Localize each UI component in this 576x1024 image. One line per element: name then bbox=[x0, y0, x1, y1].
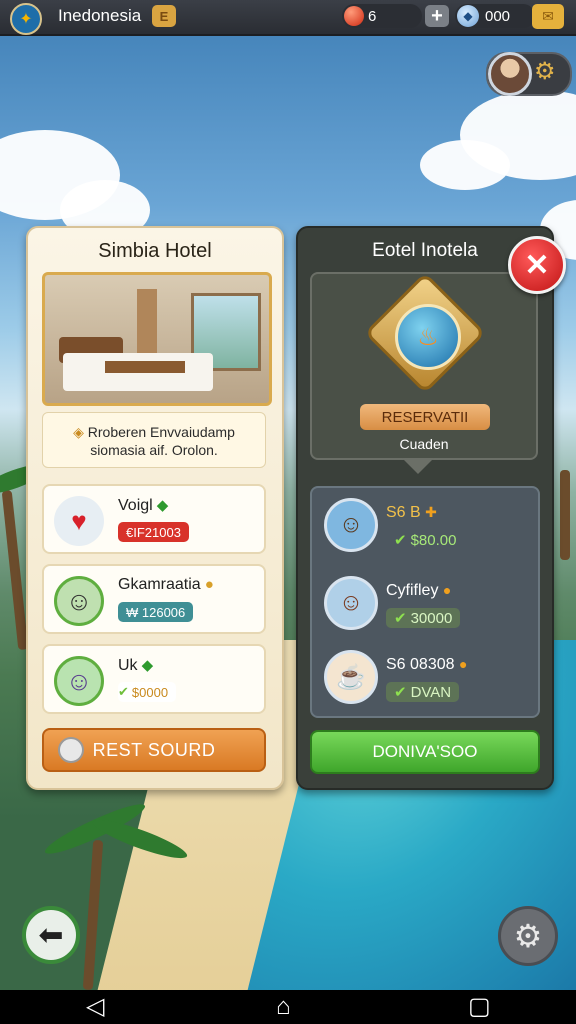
safari-woman-avatar-icon: ☺ bbox=[324, 576, 378, 630]
item-name: Gkamraatia ● bbox=[118, 576, 214, 593]
bed-runner bbox=[105, 361, 185, 373]
red-resource-counter: 6 bbox=[342, 4, 422, 28]
gold-token-icon: ● bbox=[204, 576, 214, 593]
top-bar: ✦ Inedonesia E 6 + ◆ 000 ✉ bbox=[0, 0, 576, 36]
coin-button[interactable]: E bbox=[152, 5, 176, 27]
heart-icon: ♥ bbox=[54, 496, 104, 546]
reservation-sublabel: Cuaden bbox=[399, 436, 449, 452]
green-gem-icon: ◆ bbox=[156, 497, 169, 514]
guest-name: S6 08308 ● bbox=[386, 656, 468, 673]
item-badge: €IF21003 bbox=[118, 522, 189, 542]
item-name: Uk ◆ bbox=[118, 657, 154, 674]
list-item[interactable]: ☺ Gkamraatia ● ₩ 126006 bbox=[42, 564, 266, 634]
region-title: Inedonesia bbox=[58, 6, 142, 25]
ring-icon bbox=[58, 737, 84, 763]
palm-tree bbox=[82, 839, 104, 991]
gear-icon[interactable]: ⚙ bbox=[534, 60, 556, 84]
guest-list: ☺ S6 B ✚ ✔ $80.00 ☺ Cyfifley ● ✔ 30000 ☕ S… bbox=[310, 486, 540, 718]
nav-home-icon[interactable]: ⌂ bbox=[276, 994, 291, 1020]
hotel-detail-panel: Simbia Hotel ◈ Rroberen Envvaiudamp siom… bbox=[26, 226, 284, 790]
reservation-card: ♨ RESERVATII Cuaden bbox=[310, 272, 538, 460]
businessman-avatar-icon: ☺ bbox=[54, 576, 104, 626]
gold-token-icon: ● bbox=[458, 656, 468, 672]
hotel-description: ◈ Rroberen Envvaiudamp siomasia aif. Oro… bbox=[42, 412, 266, 468]
nav-recents-icon[interactable]: ▢ bbox=[468, 994, 491, 1020]
reservation-tag[interactable]: RESERVATII bbox=[360, 404, 490, 430]
gold-token-icon: ✚ bbox=[425, 504, 437, 520]
description-line2: siomasia aif. Orolon. bbox=[90, 442, 218, 458]
mail-icon[interactable]: ✉ bbox=[532, 4, 564, 29]
guest-value: ✔ $80.00 bbox=[394, 531, 457, 550]
guest-name: S6 B ✚ bbox=[386, 504, 437, 521]
check-icon: ✔ bbox=[394, 684, 407, 701]
settings-gear-icon[interactable]: ⚙ bbox=[498, 906, 558, 966]
food-bowl-icon: ♨ bbox=[395, 304, 461, 370]
list-item[interactable]: ☕ S6 08308 ● ✔ DVAN bbox=[312, 644, 538, 714]
palm-tree bbox=[1, 489, 29, 651]
button-label: REST SOURD bbox=[92, 739, 216, 760]
hotel-room-image bbox=[42, 272, 272, 406]
palm-tree bbox=[560, 470, 570, 560]
avatar[interactable] bbox=[488, 52, 532, 96]
profile-widget[interactable]: ⚙ bbox=[486, 52, 572, 96]
guest-name: Cyfifley ● bbox=[386, 582, 452, 599]
add-resource-button[interactable]: + bbox=[425, 5, 449, 27]
list-item[interactable]: ☺ Cyfifley ● ✔ 30000 bbox=[312, 570, 538, 640]
red-count: 6 bbox=[368, 7, 377, 25]
confirm-button[interactable]: DONIVA'SOO bbox=[310, 730, 540, 774]
item-badge: ✔ $0000 bbox=[118, 682, 177, 702]
red-orb-icon bbox=[344, 6, 364, 26]
check-icon: ✔ bbox=[394, 532, 407, 549]
teacup-icon: ☕ bbox=[324, 650, 378, 704]
description-line1: Rroberen Envvaiudamp bbox=[87, 424, 235, 440]
check-icon: ✔ bbox=[394, 610, 407, 627]
gem-count: 000 bbox=[485, 7, 511, 25]
check-icon: ✔ bbox=[118, 684, 129, 699]
guest-value: ✔ DVAN bbox=[386, 682, 460, 702]
item-name: Voigl ◆ bbox=[118, 497, 169, 514]
gold-token-icon: ● bbox=[442, 582, 452, 598]
item-badge: ₩ 126006 bbox=[118, 602, 194, 622]
system-nav-bar: ◁ ⌂ ▢ bbox=[0, 990, 576, 1024]
cloud bbox=[420, 140, 510, 190]
list-item[interactable]: ☺ Uk ◆ ✔ $0000 bbox=[42, 644, 266, 714]
green-gem-icon: ◆ bbox=[141, 657, 154, 674]
woman-avatar-icon: ☺ bbox=[54, 656, 104, 706]
panel-title: Simbia Hotel bbox=[98, 240, 212, 262]
info-icon: ◈ bbox=[73, 424, 84, 440]
reservation-panel: Eotel Inotela ♨ RESERVATII Cuaden ☺ S6 B… bbox=[296, 226, 554, 790]
explorer-avatar-icon: ☺ bbox=[324, 498, 378, 552]
guest-value: ✔ 30000 bbox=[386, 608, 461, 628]
list-item[interactable]: ♥ Voigl ◆ €IF21003 bbox=[42, 484, 266, 554]
list-item[interactable]: ☺ S6 B ✚ ✔ $80.00 bbox=[312, 492, 538, 562]
close-icon[interactable]: ✕ bbox=[508, 236, 566, 294]
region-flag-icon[interactable]: ✦ bbox=[10, 3, 42, 35]
pointer-arrow bbox=[402, 458, 434, 474]
rest-sourd-button[interactable]: REST SOURD bbox=[42, 728, 266, 772]
back-arrow-icon[interactable]: ⬅ bbox=[22, 906, 80, 964]
shield-gem-icon: ◆ bbox=[457, 5, 479, 27]
nav-back-icon[interactable]: ◁ bbox=[86, 994, 104, 1020]
gem-resource-counter: ◆ 000 bbox=[455, 4, 535, 28]
